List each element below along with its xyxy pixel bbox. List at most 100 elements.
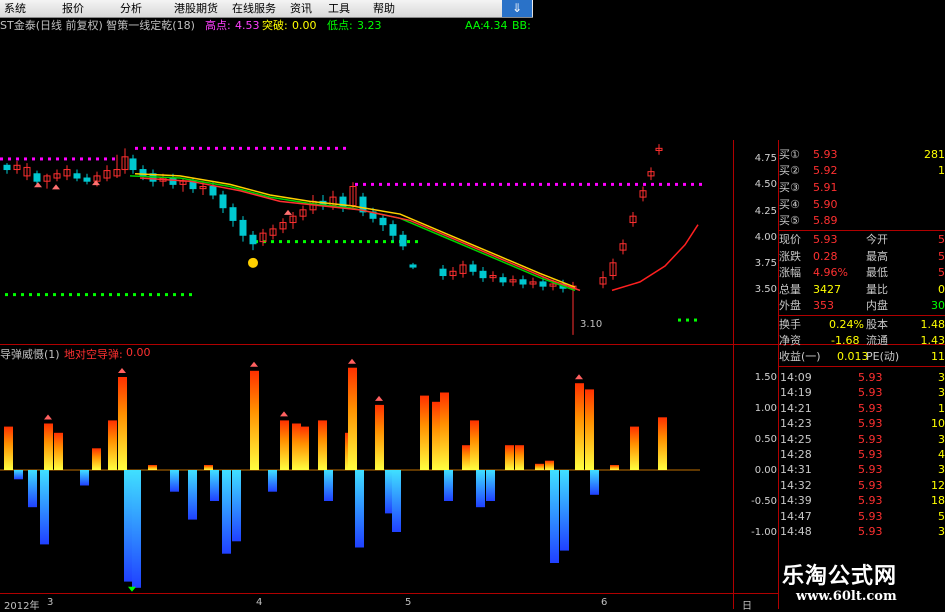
stat-row: 收益(一)0.013PE(动)11 <box>779 351 945 364</box>
down-bar <box>476 470 485 507</box>
stat-label: 量比 <box>866 284 888 297</box>
tick-price: 5.93 <box>858 524 883 539</box>
up-bar <box>348 368 357 470</box>
tick-row: 14:485.933 <box>779 524 945 539</box>
x-axis-month: 4 <box>256 597 262 608</box>
tick-volume: 3 <box>938 370 945 385</box>
menu-hk-futures[interactable]: 港股期货 <box>174 1 218 16</box>
resistance-dot <box>48 157 51 160</box>
bid-volume: 281 <box>924 149 945 162</box>
up-arrow <box>375 396 383 401</box>
resistance-dot <box>483 183 486 186</box>
resistance-dot <box>619 183 622 186</box>
indicator-tick: 0.00 <box>733 465 777 476</box>
menu-system[interactable]: 系统 <box>4 1 26 16</box>
candlestick-chart[interactable] <box>0 140 733 343</box>
indicator-tick: 0.50 <box>733 434 777 445</box>
menu-online-service[interactable]: 在线服务 <box>232 1 276 16</box>
tick-row: 14:325.9312 <box>779 478 945 493</box>
bid-price: 5.90 <box>813 199 838 212</box>
aa-value: 4.34 <box>483 19 508 33</box>
up-bar <box>432 402 441 470</box>
resistance-dot <box>279 147 282 150</box>
stat-value: 11 <box>931 351 945 364</box>
stat-value: 30 <box>931 300 945 313</box>
x-axis-month: 3 <box>47 597 53 608</box>
bid-price: 5.92 <box>813 165 838 178</box>
up-bar <box>630 427 639 470</box>
tick-price: 5.93 <box>858 462 883 477</box>
support-dot <box>45 293 48 296</box>
menu-tools[interactable]: 工具 <box>328 1 350 16</box>
support-dot <box>415 240 418 243</box>
resistance-dot <box>371 183 374 186</box>
menu-quote[interactable]: 报价 <box>62 1 84 16</box>
support-dot <box>29 293 32 296</box>
resistance-dot <box>675 183 678 186</box>
stat-label: 流通 <box>866 335 888 348</box>
missile-indicator-chart[interactable] <box>0 345 733 593</box>
tick-row: 14:215.931 <box>779 401 945 416</box>
up-bar <box>318 420 327 470</box>
tick-time: 14:19 <box>780 385 812 400</box>
support-dot <box>109 293 112 296</box>
resistance-dot <box>104 157 107 160</box>
resistance-dot <box>223 147 226 150</box>
tick-volume: 1 <box>938 401 945 416</box>
down-bar <box>324 470 333 501</box>
arrow-down-icon[interactable]: ⇓ <box>502 0 532 17</box>
bid-row: 买⑤5.89 <box>779 215 945 228</box>
resistance-dot <box>379 183 382 186</box>
tick-price: 5.93 <box>858 416 883 431</box>
resistance-dot <box>491 183 494 186</box>
support-dot <box>375 240 378 243</box>
support-dot <box>319 240 322 243</box>
resistance-dot <box>151 147 154 150</box>
stat-label: 现价 <box>779 234 801 247</box>
resistance-dot <box>319 147 322 150</box>
down-bar <box>444 470 453 501</box>
resistance-dot <box>32 157 35 160</box>
stat-label: PE(动) <box>866 351 899 364</box>
indicator-title: 导弹威慑(1) <box>0 346 60 362</box>
tick-volume: 12 <box>931 478 945 493</box>
down-bar <box>188 470 197 520</box>
tick-row: 14:395.9318 <box>779 493 945 508</box>
menu-help[interactable]: 帮助 <box>373 1 395 16</box>
tick-time: 14:23 <box>780 416 812 431</box>
up-bar <box>292 424 301 471</box>
menu-news[interactable]: 资讯 <box>290 1 312 16</box>
tick-volume: 3 <box>938 462 945 477</box>
watermark-url: www.60lt.com <box>796 589 897 604</box>
resistance-dot <box>143 147 146 150</box>
price-tick: 4.75 <box>733 153 777 164</box>
tick-price: 5.93 <box>858 385 883 400</box>
down-bar <box>80 470 89 486</box>
resistance-dot <box>287 147 290 150</box>
resistance-dot <box>207 147 210 150</box>
menu-analysis[interactable]: 分析 <box>120 1 142 16</box>
stat-label: 换手 <box>779 319 801 332</box>
indicator-tick: 1.00 <box>733 403 777 414</box>
support-dot <box>303 240 306 243</box>
tick-volume: 5 <box>938 509 945 524</box>
candle-body <box>470 265 476 271</box>
stat-value: 1.48 <box>921 319 945 332</box>
price-tick: 4.00 <box>733 232 777 243</box>
indicator-tick: -0.50 <box>733 496 777 507</box>
stat-label: 总量 <box>779 284 801 297</box>
support-dot <box>61 293 64 296</box>
resistance-dot <box>563 183 566 186</box>
resistance-dot <box>96 157 99 160</box>
up-arrow <box>44 415 52 420</box>
resistance-dot <box>411 183 414 186</box>
stat-label: 涨跌 <box>779 251 801 264</box>
bid-price: 5.89 <box>813 215 838 228</box>
low-value: 3.23 <box>357 19 382 33</box>
tick-row: 14:195.933 <box>779 385 945 400</box>
up-bar <box>280 420 289 470</box>
up-bar <box>148 465 157 470</box>
x-axis-month: 6 <box>601 597 607 608</box>
stat-row: 涨跌0.28最高5 <box>779 251 945 264</box>
period-label[interactable]: 日 <box>742 597 752 612</box>
